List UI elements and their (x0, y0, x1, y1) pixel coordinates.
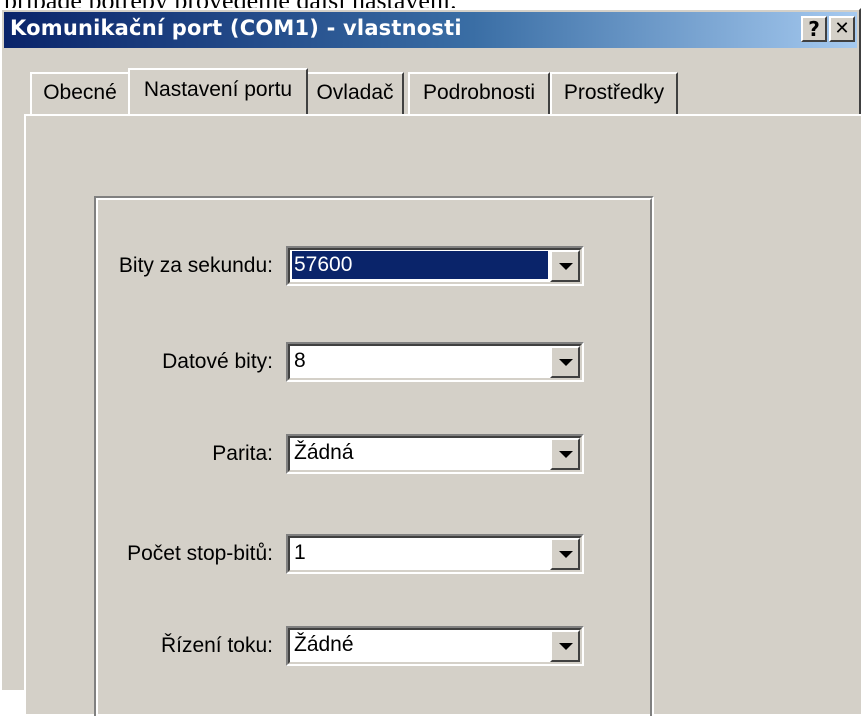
chevron-down-icon (559, 359, 573, 366)
tab-podrobnosti[interactable]: Podrobnosti (408, 72, 550, 114)
flow-control-value: Žádné (294, 633, 354, 656)
bits-per-second-dropdown-button[interactable] (550, 250, 580, 282)
parity-select[interactable]: Žádná (286, 434, 584, 474)
chevron-down-icon (559, 451, 573, 458)
data-bits-select[interactable]: 8 (286, 342, 584, 382)
stop-bits-label: Počet stop-bitů: (127, 542, 273, 565)
bits-per-second-value: 57600 (292, 251, 548, 279)
title-bar[interactable]: Komunikační port (COM1) - vlastnosti ? ✕ (4, 12, 857, 48)
parity-label: Parita: (212, 442, 273, 465)
tab-nastaveni-portu[interactable]: Nastavení portu (128, 68, 308, 114)
close-button[interactable]: ✕ (829, 16, 855, 42)
chevron-down-icon (559, 643, 573, 650)
tab-ovladac[interactable]: Ovladač (306, 72, 404, 114)
tab-prostredky[interactable]: Prostředky (550, 72, 678, 114)
data-bits-label: Datové bity: (162, 350, 273, 373)
flow-control-label: Řízení toku: (160, 634, 273, 657)
stop-bits-value: 1 (294, 541, 306, 564)
bits-per-second-label: Bity za sekundu: (118, 254, 273, 277)
flow-control-dropdown-button[interactable] (550, 630, 580, 662)
data-bits-value: 8 (294, 349, 306, 372)
parity-dropdown-button[interactable] (550, 438, 580, 470)
flow-control-select[interactable]: Žádné (286, 626, 584, 666)
help-button[interactable]: ? (801, 16, 827, 42)
parity-value: Žádná (294, 441, 354, 464)
window-title: Komunikační port (COM1) - vlastnosti (10, 16, 462, 40)
bits-per-second-select[interactable]: 57600 (286, 246, 584, 286)
chevron-down-icon (559, 551, 573, 558)
chevron-down-icon (559, 263, 573, 270)
data-bits-dropdown-button[interactable] (550, 346, 580, 378)
tab-obecne[interactable]: Obecné (30, 72, 130, 114)
stop-bits-select[interactable]: 1 (286, 534, 584, 574)
stop-bits-dropdown-button[interactable] (550, 538, 580, 570)
